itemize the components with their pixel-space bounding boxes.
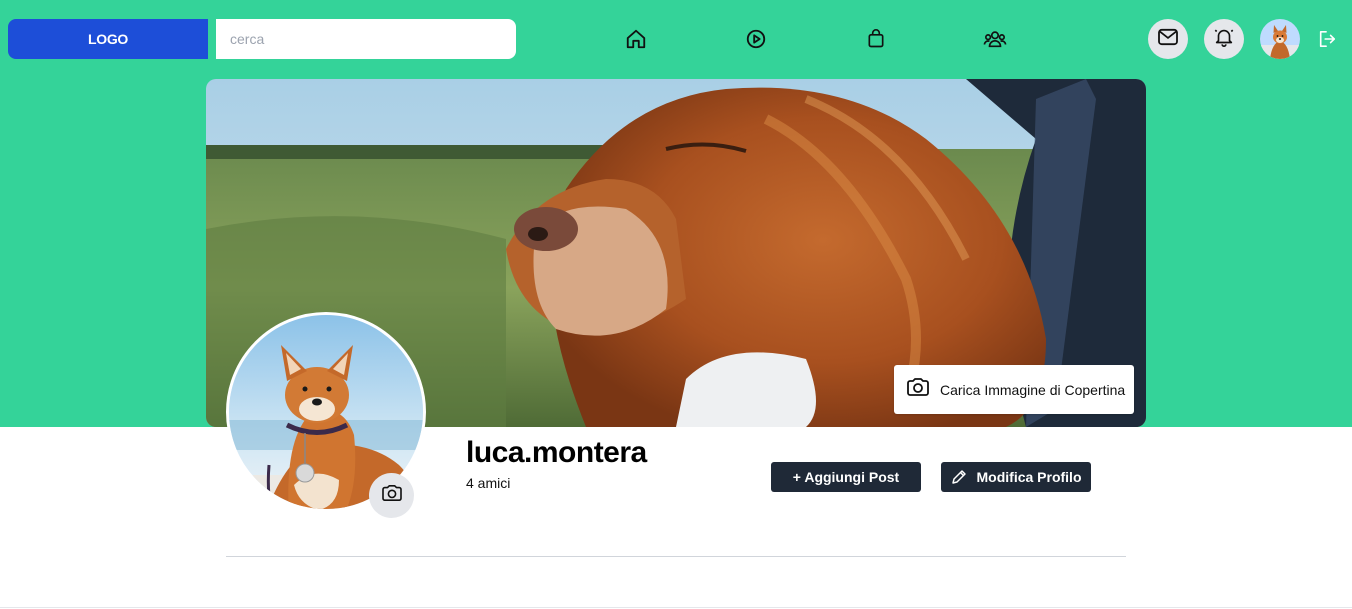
messages-button[interactable] xyxy=(1148,19,1188,59)
edit-profile-button[interactable]: Modifica Profilo xyxy=(941,462,1091,492)
avatar[interactable] xyxy=(1260,19,1300,59)
profile-username: luca.montera xyxy=(466,436,647,469)
add-post-button[interactable]: + Aggiungi Post xyxy=(771,462,921,492)
groups-icon[interactable] xyxy=(983,27,1007,51)
logo[interactable]: LOGO xyxy=(8,19,208,59)
page-bottom-divider xyxy=(0,607,1352,608)
video-play-icon[interactable] xyxy=(744,27,768,51)
edit-profile-label: Modifica Profilo xyxy=(976,469,1082,485)
friends-count[interactable]: 4 amici xyxy=(466,475,510,491)
change-profile-picture-button[interactable] xyxy=(369,473,414,518)
mail-icon xyxy=(1157,28,1179,51)
upload-cover-label: Carica Immagine di Copertina xyxy=(940,381,1126,398)
camera-icon xyxy=(906,377,930,402)
notifications-button[interactable] xyxy=(1204,19,1244,59)
upload-cover-button[interactable]: Carica Immagine di Copertina xyxy=(894,365,1134,414)
logout-icon[interactable] xyxy=(1318,29,1338,49)
marketplace-bag-icon[interactable] xyxy=(864,27,888,51)
home-icon[interactable] xyxy=(624,27,648,51)
section-divider xyxy=(226,556,1126,557)
bell-icon xyxy=(1213,26,1235,53)
search-input[interactable] xyxy=(216,19,516,59)
pencil-icon xyxy=(951,469,967,485)
camera-icon xyxy=(381,484,403,507)
